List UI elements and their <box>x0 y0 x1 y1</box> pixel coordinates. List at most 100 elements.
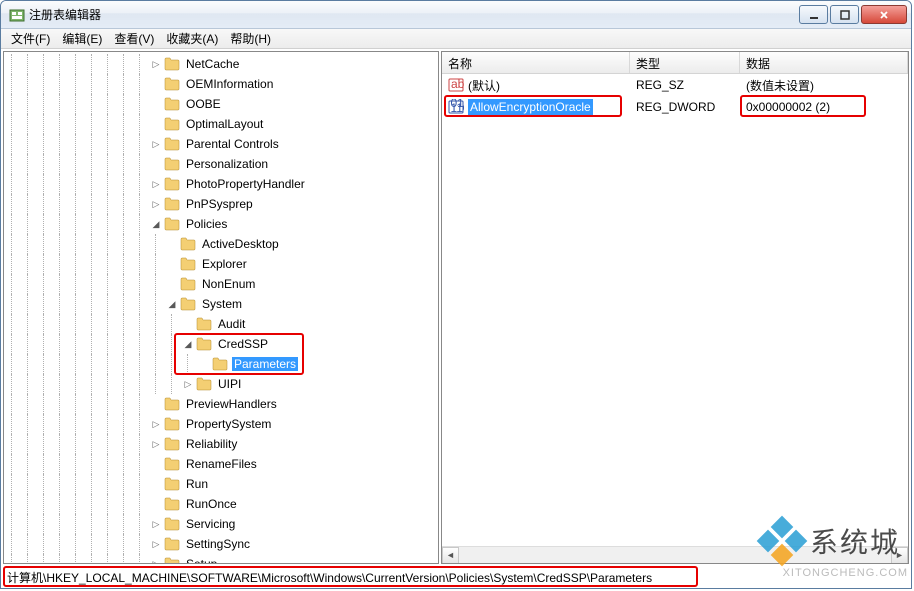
tree-item-pnpsysprep[interactable]: PnPSysprep <box>4 194 438 214</box>
expander-icon[interactable] <box>148 556 164 564</box>
tree-label: Parameters <box>232 357 298 371</box>
col-data[interactable]: 数据 <box>740 52 908 73</box>
expander-icon[interactable] <box>180 316 196 332</box>
tree-label: Personalization <box>184 157 270 171</box>
list-header[interactable]: 名称 类型 数据 <box>442 52 908 74</box>
tree-item-explorer[interactable]: Explorer <box>4 254 438 274</box>
tree-item-renamefiles[interactable]: RenameFiles <box>4 454 438 474</box>
path-display[interactable] <box>7 568 905 586</box>
value-row[interactable]: ab(默认)REG_SZ (数值未设置) <box>442 74 908 96</box>
menubar: 文件(F) 编辑(E) 查看(V) 收藏夹(A) 帮助(H) <box>1 29 911 49</box>
scroll-left-button[interactable]: ◄ <box>442 547 459 564</box>
expander-icon[interactable] <box>180 376 196 392</box>
expander-icon[interactable] <box>196 356 212 372</box>
tree-item-nonenum[interactable]: NonEnum <box>4 274 438 294</box>
value-row[interactable]: 011110AllowEncryptionOracleREG_DWORD 0x00… <box>442 96 908 118</box>
tree-item-credssp[interactable]: CredSSP <box>4 334 438 354</box>
expander-icon[interactable] <box>148 56 164 72</box>
expander-icon[interactable] <box>180 336 196 352</box>
tree-label: Policies <box>184 217 229 231</box>
expander-icon[interactable] <box>148 156 164 172</box>
tree-label: PnPSysprep <box>184 197 255 211</box>
tree-pane[interactable]: NetCache OEMInformation OOBE OptimalLayout P… <box>3 51 439 564</box>
tree-label: Explorer <box>200 257 249 271</box>
tree-item-reliability[interactable]: Reliability <box>4 434 438 454</box>
tree-item-propertysystem[interactable]: PropertySystem <box>4 414 438 434</box>
value-name-cell: 011110AllowEncryptionOracle <box>442 99 630 115</box>
tree-item-run[interactable]: Run <box>4 474 438 494</box>
expander-icon[interactable] <box>148 96 164 112</box>
close-button[interactable] <box>861 5 907 24</box>
value-name-cell: ab(默认) <box>442 77 630 94</box>
expander-icon[interactable] <box>164 256 180 272</box>
expander-icon[interactable] <box>148 456 164 472</box>
tree-item-system[interactable]: System <box>4 294 438 314</box>
tree-item-parameters[interactable]: Parameters <box>4 354 438 374</box>
titlebar[interactable]: 注册表编辑器 <box>1 1 911 29</box>
value-data: 0x00000002 (2) <box>746 100 830 114</box>
tree-item-optimallayout[interactable]: OptimalLayout <box>4 114 438 134</box>
expander-icon[interactable] <box>148 416 164 432</box>
tree-item-oeminformation[interactable]: OEMInformation <box>4 74 438 94</box>
tree-item-uipi[interactable]: UIPI <box>4 374 438 394</box>
tree-label: CredSSP <box>216 337 270 351</box>
tree-label: NetCache <box>184 57 241 71</box>
tree-item-runonce[interactable]: RunOnce <box>4 494 438 514</box>
expander-icon[interactable] <box>148 496 164 512</box>
value-data-cell: 0x00000002 (2) <box>740 100 908 114</box>
col-type[interactable]: 类型 <box>630 52 740 73</box>
expander-icon[interactable] <box>148 536 164 552</box>
expander-icon[interactable] <box>148 436 164 452</box>
horizontal-scrollbar[interactable]: ◄ ► <box>442 546 908 563</box>
expander-icon[interactable] <box>148 396 164 412</box>
window-title: 注册表编辑器 <box>29 6 799 23</box>
menu-help[interactable]: 帮助(H) <box>224 28 277 49</box>
tree-item-policies[interactable]: Policies <box>4 214 438 234</box>
tree-label: PreviewHandlers <box>184 397 279 411</box>
expander-icon[interactable] <box>148 116 164 132</box>
expander-icon[interactable] <box>148 516 164 532</box>
svg-text:110: 110 <box>451 101 465 115</box>
tree-item-oobe[interactable]: OOBE <box>4 94 438 114</box>
value-data: (数值未设置) <box>746 77 814 94</box>
tree-label: OOBE <box>184 97 223 111</box>
tree-item-parental-controls[interactable]: Parental Controls <box>4 134 438 154</box>
value-name: AllowEncryptionOracle <box>468 99 593 115</box>
tree-item-personalization[interactable]: Personalization <box>4 154 438 174</box>
expander-icon[interactable] <box>148 216 164 232</box>
tree-item-servicing[interactable]: Servicing <box>4 514 438 534</box>
values-list[interactable]: ab(默认)REG_SZ (数值未设置) 011110AllowEncryption… <box>442 74 908 546</box>
value-type-cell: REG_DWORD <box>630 100 740 114</box>
maximize-button[interactable] <box>830 5 859 24</box>
tree-label: Parental Controls <box>184 137 281 151</box>
registry-editor-window: 注册表编辑器 文件(F) 编辑(E) 查看(V) 收藏夹(A) 帮助(H) Ne… <box>0 0 912 589</box>
expander-icon[interactable] <box>148 196 164 212</box>
tree-label: Servicing <box>184 517 237 531</box>
expander-icon[interactable] <box>148 176 164 192</box>
tree-label: PhotoPropertyHandler <box>184 177 307 191</box>
expander-icon[interactable] <box>148 476 164 492</box>
expander-icon[interactable] <box>164 296 180 312</box>
menu-favorites[interactable]: 收藏夹(A) <box>160 28 224 49</box>
tree-item-photopropertyhandler[interactable]: PhotoPropertyHandler <box>4 174 438 194</box>
minimize-button[interactable] <box>799 5 828 24</box>
tree-label: RunOnce <box>184 497 239 511</box>
tree-item-previewhandlers[interactable]: PreviewHandlers <box>4 394 438 414</box>
tree-label: SettingSync <box>184 537 252 551</box>
tree-item-setup[interactable]: Setup <box>4 554 438 564</box>
expander-icon[interactable] <box>164 236 180 252</box>
col-name[interactable]: 名称 <box>442 52 630 73</box>
tree-item-audit[interactable]: Audit <box>4 314 438 334</box>
expander-icon[interactable] <box>148 136 164 152</box>
menu-edit[interactable]: 编辑(E) <box>56 28 108 49</box>
tree-item-netcache[interactable]: NetCache <box>4 54 438 74</box>
tree-item-activedesktop[interactable]: ActiveDesktop <box>4 234 438 254</box>
scroll-right-button[interactable]: ► <box>891 547 908 564</box>
menu-view[interactable]: 查看(V) <box>108 28 160 49</box>
expander-icon[interactable] <box>148 76 164 92</box>
expander-icon[interactable] <box>164 276 180 292</box>
tree-label: Run <box>184 477 210 491</box>
value-type-cell: REG_SZ <box>630 78 740 92</box>
menu-file[interactable]: 文件(F) <box>5 28 56 49</box>
tree-item-settingsync[interactable]: SettingSync <box>4 534 438 554</box>
